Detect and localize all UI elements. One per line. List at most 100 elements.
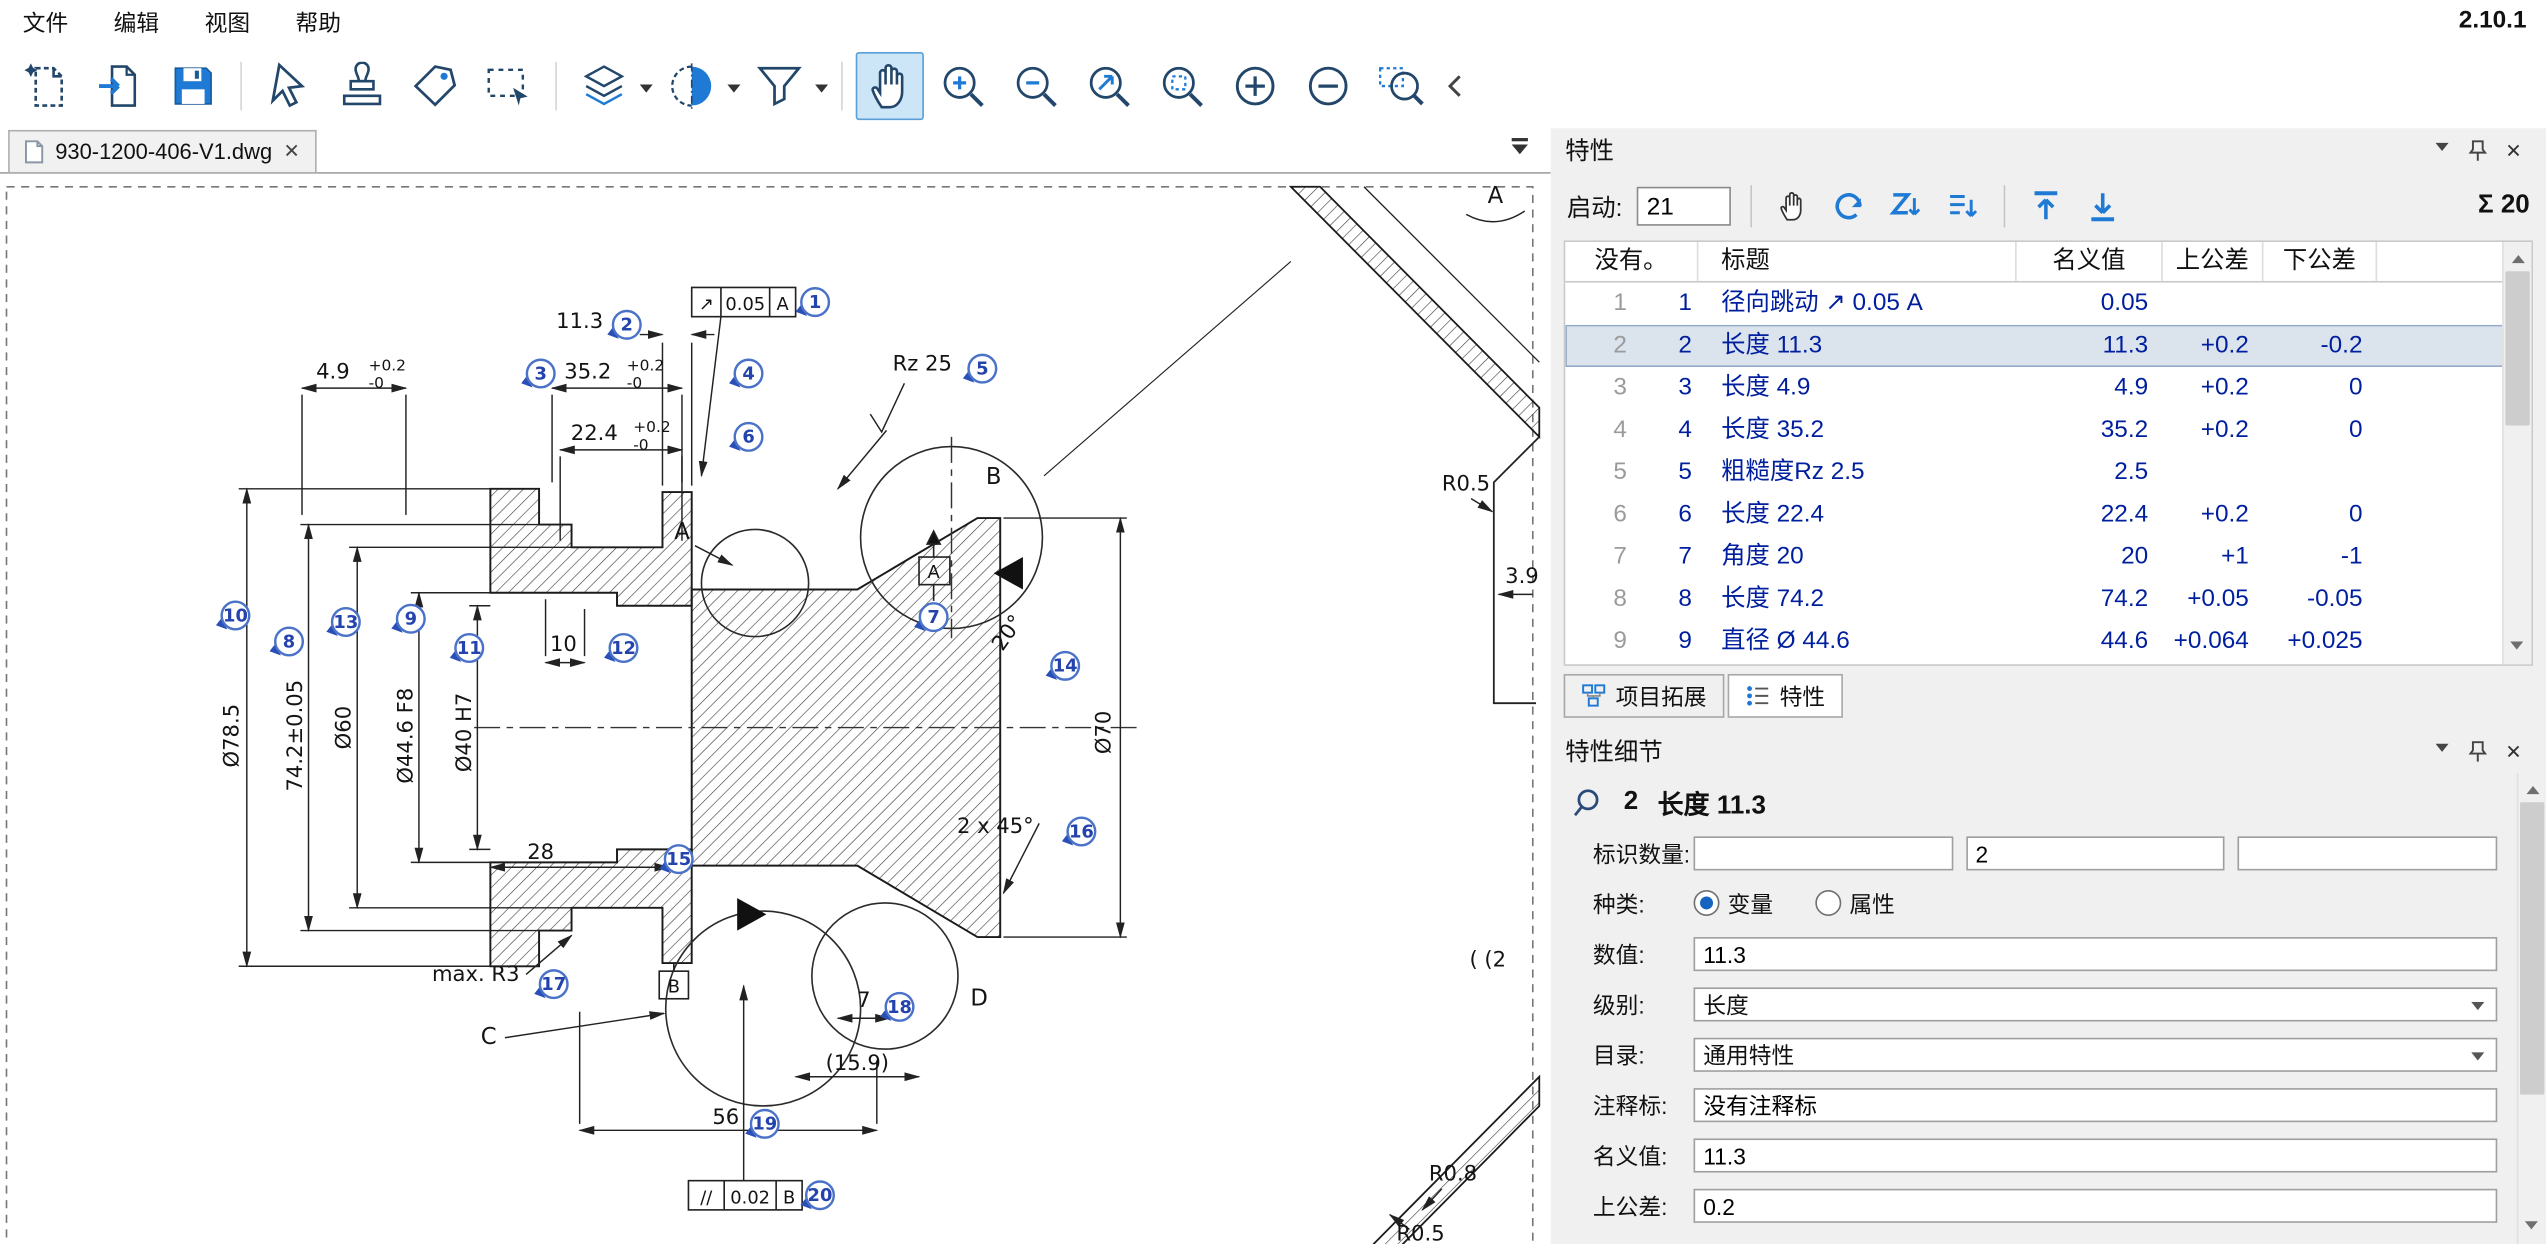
drawing-canvas[interactable]: A ↗ 0.05 A 11.3 4.9 +0.2 -0 35.2 +0.2 -0… [0, 174, 1551, 1244]
menu-help[interactable]: 帮助 [289, 2, 347, 41]
scrollbar-thumb[interactable] [2520, 802, 2544, 1094]
pick-hand-button[interactable] [1772, 185, 1814, 227]
balloon-9[interactable]: 9 [391, 605, 424, 633]
layers-button[interactable] [570, 52, 638, 120]
save-button[interactable] [159, 52, 227, 120]
balloon-18[interactable]: 18 [880, 993, 913, 1021]
balloon-20[interactable]: 20 [800, 1181, 833, 1209]
select-cursor-button[interactable] [255, 52, 323, 120]
zoom-out-button[interactable] [1002, 52, 1070, 120]
table-row[interactable]: 33长度 4.94.9+0.20 [1565, 367, 2504, 409]
arrow-down-to-bar-icon [2085, 188, 2121, 224]
col-header-lower[interactable]: 下公差 [2263, 242, 2377, 281]
upper-tolerance-label: 上公差: [1593, 1190, 1694, 1222]
panel-pin-button[interactable] [2460, 139, 2496, 162]
scroll-up-button[interactable] [2504, 242, 2532, 268]
id-count-input-3[interactable] [2238, 836, 2497, 870]
stamp-button[interactable] [328, 52, 396, 120]
value-input[interactable] [1694, 937, 2498, 971]
increase-button[interactable] [1221, 52, 1289, 120]
table-row[interactable]: 55粗糙度Rz 2.52.5 [1565, 451, 2504, 493]
start-input[interactable] [1637, 187, 1731, 226]
tag-button[interactable] [401, 52, 469, 120]
layers-dropdown-arrow[interactable] [640, 84, 653, 99]
menu-edit[interactable]: 编辑 [107, 2, 165, 41]
collapse-left-button[interactable] [1440, 52, 1469, 120]
balloon-2[interactable]: 2 [607, 311, 640, 339]
tab-close-icon[interactable]: ✕ [284, 140, 300, 163]
table-row-selected[interactable]: 22长度 11.311.3+0.2-0.2 [1565, 325, 2504, 367]
balloon-16[interactable]: 16 [1062, 818, 1095, 846]
balloon-19[interactable]: 19 [745, 1110, 778, 1138]
col-header-nominal[interactable]: 名义值 [2017, 242, 2163, 281]
z-order-button[interactable] [1885, 185, 1927, 227]
table-scrollbar[interactable] [2502, 242, 2531, 664]
window-list-button[interactable] [1512, 138, 1528, 162]
catalog-select[interactable]: 通用特性 [1694, 1038, 2498, 1072]
balloon-6[interactable]: 6 [729, 423, 762, 451]
mirror-dropdown-arrow[interactable] [727, 84, 740, 99]
panel-pin-button[interactable] [2460, 740, 2496, 763]
table-row[interactable]: 88长度 74.274.2+0.05-0.05 [1565, 578, 2504, 620]
col-header-title[interactable]: 标题 [1698, 242, 2016, 281]
zoom-in-button[interactable] [929, 52, 997, 120]
panel-menu-button[interactable] [2424, 744, 2460, 759]
balloon-5[interactable]: 5 [963, 355, 996, 383]
table-row[interactable]: 77角度 2020+1-1 [1565, 536, 2504, 578]
balloon-11[interactable]: 11 [450, 634, 483, 662]
table-row[interactable]: 66长度 22.422.4+0.20 [1565, 494, 2504, 536]
filter-button[interactable] [745, 52, 813, 120]
nominal-input[interactable] [1694, 1138, 2498, 1172]
menu-file[interactable]: 文件 [16, 2, 74, 41]
zoom-dynamic-button[interactable] [1148, 52, 1216, 120]
balloon-12[interactable]: 12 [604, 634, 637, 662]
balloon-14[interactable]: 14 [1046, 652, 1079, 680]
table-row[interactable]: 11径向跳动 ↗ 0.05 A0.05 [1565, 283, 2504, 325]
balloon-13[interactable]: 13 [326, 608, 359, 636]
table-row[interactable]: 44长度 35.235.2+0.20 [1565, 409, 2504, 451]
id-count-input-2[interactable] [1966, 836, 2225, 870]
document-tab[interactable]: 930-1200-406-V1.dwg ✕ [8, 130, 316, 172]
balloon-8[interactable]: 8 [270, 628, 303, 656]
scroll-down-button[interactable] [2510, 641, 2523, 656]
zoom-window-button[interactable] [1367, 52, 1435, 120]
panel-close-button[interactable]: ✕ [2496, 740, 2532, 763]
scroll-up-button[interactable] [2518, 773, 2546, 799]
balloon-3[interactable]: 3 [521, 360, 554, 388]
pan-hand-button[interactable] [856, 52, 924, 120]
refresh-button[interactable] [1829, 185, 1871, 227]
col-header-upper[interactable]: 上公差 [2163, 242, 2264, 281]
table-row[interactable]: 99直径 Ø 44.644.6+0.064+0.025 [1565, 620, 2504, 662]
move-bottom-button[interactable] [2082, 185, 2124, 227]
details-scrollbar[interactable] [2517, 773, 2546, 1244]
panel-close-button[interactable]: ✕ [2496, 139, 2532, 162]
filter-dropdown-arrow[interactable] [815, 84, 828, 99]
balloon-10[interactable]: 10 [216, 602, 249, 630]
level-select[interactable]: 长度 [1694, 987, 2498, 1021]
panel-menu-button[interactable] [2424, 143, 2460, 158]
decrease-button[interactable] [1294, 52, 1362, 120]
scrollbar-thumb[interactable] [2505, 271, 2529, 425]
tab-project-extension[interactable]: 项目拓展 [1564, 674, 1725, 718]
new-document-button[interactable] [13, 52, 81, 120]
id-count-input-1[interactable] [1694, 836, 1953, 870]
note-input[interactable] [1694, 1088, 2498, 1122]
marquee-select-button[interactable] [474, 52, 542, 120]
upper-tolerance-input[interactable] [1694, 1189, 2498, 1223]
balloon-1[interactable]: 1 [796, 288, 829, 316]
open-document-button[interactable] [86, 52, 154, 120]
move-top-button[interactable] [2025, 185, 2067, 227]
tab-characteristics[interactable]: 特性 [1728, 674, 1843, 718]
balloon-17[interactable]: 17 [534, 970, 567, 998]
menu-view[interactable]: 视图 [198, 2, 256, 41]
col-header-no[interactable]: 没有。 [1565, 242, 1698, 281]
view-label-d: D [970, 985, 987, 1011]
zoom-extent-button[interactable] [1075, 52, 1143, 120]
kind-radio-variable[interactable]: 变量 [1694, 888, 1774, 920]
radio-icon [1815, 889, 1841, 915]
mirror-view-button[interactable] [658, 52, 726, 120]
balloon-4[interactable]: 4 [729, 360, 762, 388]
scroll-down-button[interactable] [2525, 1221, 2538, 1236]
sort-list-button[interactable] [1942, 185, 1984, 227]
kind-radio-attribute[interactable]: 属性 [1815, 888, 1895, 920]
